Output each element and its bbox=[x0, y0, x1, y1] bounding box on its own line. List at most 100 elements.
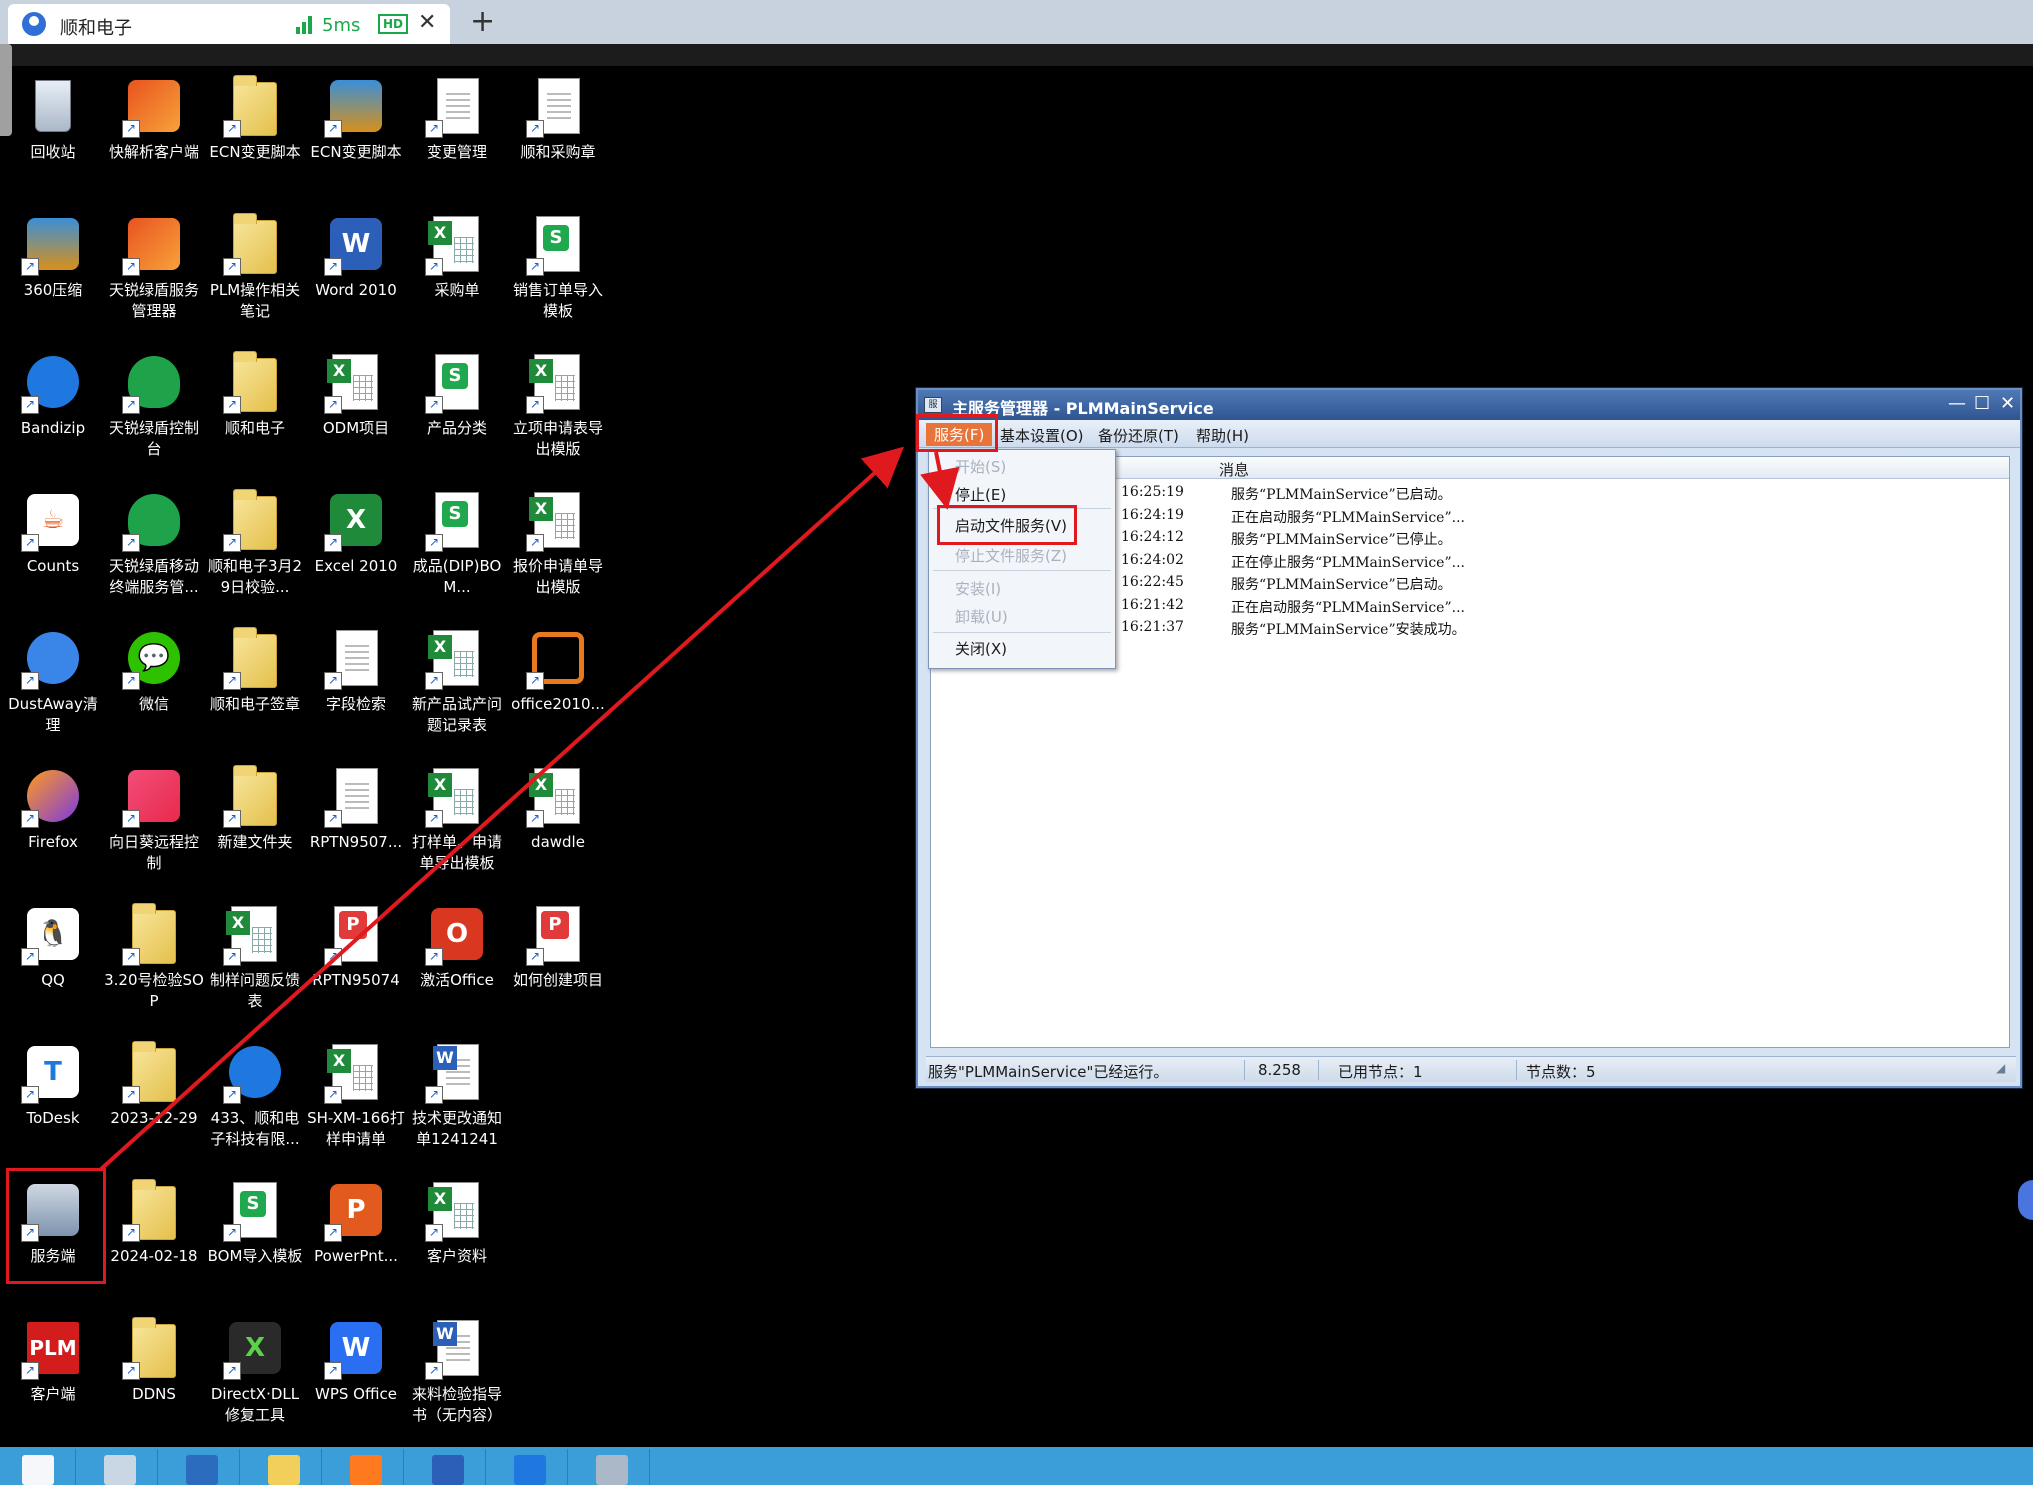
desktop-icon-label: SH-XM-166打样申请单 bbox=[307, 1109, 405, 1148]
desktop-icon[interactable]: ↗ PLM操作相关笔记 bbox=[205, 212, 305, 322]
desktop-icon[interactable]: W ↗ 来料检验指导书（无内容） bbox=[407, 1316, 507, 1426]
desktop-icon[interactable]: P ↗ PowerPnt... bbox=[306, 1178, 406, 1267]
shortcut-arrow-icon: ↗ bbox=[425, 810, 443, 828]
desktop-icon[interactable]: ↗ DDNS bbox=[104, 1316, 204, 1405]
resize-grip-icon[interactable]: ◢ bbox=[1996, 1061, 2005, 1075]
window-titlebar[interactable]: 服 主服务管理器 - PLMMainService — ☐ ✕ bbox=[918, 390, 2020, 420]
close-tab-icon[interactable]: ✕ bbox=[418, 10, 436, 35]
new-tab-button[interactable]: + bbox=[470, 4, 495, 39]
desktop-icon[interactable]: X ↗ Excel 2010 bbox=[306, 488, 406, 577]
desktop-icon[interactable]: T ↗ ToDesk bbox=[3, 1040, 103, 1129]
desktop-icon[interactable]: ↗ ODM项目 bbox=[306, 350, 406, 439]
desktop-icon-label: 如何创建项目 bbox=[512, 971, 603, 989]
desktop-icon[interactable]: ↗ 2023-12-29 bbox=[104, 1040, 204, 1129]
desktop-icon-label: RPTN95074 bbox=[312, 971, 400, 989]
desktop-icon[interactable]: ↗ 向日葵远程控制 bbox=[104, 764, 204, 874]
desktop-icon[interactable]: ↗ SH-XM-166打样申请单 bbox=[306, 1040, 406, 1150]
desktop-icon[interactable]: ↗ 433、顺和电子科技有限... bbox=[205, 1040, 305, 1150]
desktop-icon[interactable]: ↗ dawdle bbox=[508, 764, 608, 853]
shortcut-arrow-icon: ↗ bbox=[122, 1086, 140, 1104]
desktop-icon[interactable]: ↗ RPTN95074 bbox=[306, 902, 406, 991]
desktop-icon[interactable]: ↗ 产品分类 bbox=[407, 350, 507, 439]
desktop-icon[interactable]: ↗ 天锐绿盾服务管理器 bbox=[104, 212, 204, 322]
desktop-icon[interactable]: ↗ 变更管理 bbox=[407, 74, 507, 163]
menu-basic-settings[interactable]: 基本设置(O) bbox=[1000, 425, 1084, 446]
menu-item-stop-file-service[interactable]: 停止文件服务(Z) bbox=[955, 545, 1067, 566]
desktop-icon[interactable]: ↗ DustAway清理 bbox=[3, 626, 103, 736]
desktop-icon[interactable]: ↗ 快解析客户端 bbox=[104, 74, 204, 163]
qq-icon: 🐧 ↗ bbox=[21, 902, 85, 966]
menu-item-stop[interactable]: 停止(E) bbox=[955, 484, 1006, 505]
desktop-icon[interactable]: ↗ Firefox bbox=[3, 764, 103, 853]
desktop-icon[interactable]: ↗ 新建文件夹 bbox=[205, 764, 305, 853]
taskbar-powershell[interactable] bbox=[164, 1449, 240, 1485]
desktop-icon[interactable]: ↗ 立项申请表导出模版 bbox=[508, 350, 608, 460]
desktop-icon-label: WPS Office bbox=[315, 1385, 397, 1403]
desktop-icon[interactable]: PLM ↗ 客户端 bbox=[3, 1316, 103, 1405]
menu-backup-restore[interactable]: 备份还原(T) bbox=[1098, 425, 1179, 446]
desktop-icon[interactable]: ↗ 顺和电子3月29日校验... bbox=[205, 488, 305, 598]
desktop-icon[interactable]: ↗ ECN变更脚本 bbox=[306, 74, 406, 163]
desktop-icon[interactable]: ↗ 报价申请单导出模版 bbox=[508, 488, 608, 598]
desktop-icon[interactable]: ↗ RPTN9507... bbox=[306, 764, 406, 853]
desktop-icon[interactable]: 🐧 ↗ QQ bbox=[3, 902, 103, 991]
hd-badge[interactable]: HD bbox=[378, 14, 409, 34]
taskbar-firefox[interactable] bbox=[328, 1449, 404, 1485]
side-float-button[interactable] bbox=[2018, 1180, 2033, 1220]
folder-icon: ↗ bbox=[122, 1040, 186, 1104]
desktop-icon[interactable]: ↗ 采购单 bbox=[407, 212, 507, 301]
desktop-icon[interactable]: ↗ office2010... bbox=[508, 626, 608, 715]
menu-item-start[interactable]: 开始(S) bbox=[955, 456, 1006, 477]
desktop-icon[interactable]: ↗ BOM导入模板 bbox=[205, 1178, 305, 1267]
desktop-icon-label: 产品分类 bbox=[426, 419, 487, 437]
desktop-icon[interactable]: ↗ 制样问题反馈表 bbox=[205, 902, 305, 1012]
taskbar-server[interactable] bbox=[574, 1449, 650, 1485]
desktop-icon[interactable]: ↗ 如何创建项目 bbox=[508, 902, 608, 991]
desktop-icon[interactable]: ↗ 打样单、申请单导出模板 bbox=[407, 764, 507, 874]
taskbar-start[interactable] bbox=[0, 1449, 76, 1485]
maximize-icon[interactable]: ☐ bbox=[1974, 393, 1990, 414]
menu-help[interactable]: 帮助(H) bbox=[1196, 425, 1249, 446]
wechat-icon: 💬 ↗ bbox=[122, 626, 186, 690]
taskbar-file-explorer[interactable] bbox=[246, 1449, 322, 1485]
desktop-icon[interactable]: ↗ 3.20号检验SOP bbox=[104, 902, 204, 1012]
desktop-icon[interactable]: ↗ 顺和采购章 bbox=[508, 74, 608, 163]
desktop-icon[interactable]: O ↗ 激活Office bbox=[407, 902, 507, 991]
desktop-icon[interactable]: ↗ Bandizip bbox=[3, 350, 103, 439]
menu-item-uninstall[interactable]: 卸载(U) bbox=[955, 606, 1008, 627]
minimize-icon[interactable]: — bbox=[1948, 393, 1966, 414]
desktop-icon[interactable]: W ↗ Word 2010 bbox=[306, 212, 406, 301]
desktop-icon[interactable]: 💬 ↗ 微信 bbox=[104, 626, 204, 715]
shortcut-arrow-icon: ↗ bbox=[223, 810, 241, 828]
column-message-header[interactable]: 消息 bbox=[1219, 459, 1249, 480]
taskbar-server-manager[interactable] bbox=[82, 1449, 158, 1485]
desktop-icon[interactable]: X ↗ DirectX·DLL修复工具 bbox=[205, 1316, 305, 1426]
desktop-icon[interactable]: W ↗ 技术更改通知单1241241 bbox=[407, 1040, 507, 1150]
desktop-icon[interactable]: ☕ ↗ Counts bbox=[3, 488, 103, 577]
desktop-icon[interactable]: ↗ 新产品试产问题记录表 bbox=[407, 626, 507, 736]
app-icon: ↗ bbox=[122, 212, 186, 276]
desktop-icon[interactable]: ↗ 顺和电子 bbox=[205, 350, 305, 439]
desktop-icon[interactable]: ↗ 成品(DIP)BOM... bbox=[407, 488, 507, 598]
menu-item-close[interactable]: 关闭(X) bbox=[955, 638, 1007, 659]
desktop-icon[interactable]: 回收站 bbox=[3, 74, 103, 163]
desktop-icon[interactable]: ↗ 天锐绿盾移动终端服务管... bbox=[104, 488, 204, 598]
shortcut-arrow-icon: ↗ bbox=[21, 1086, 39, 1104]
desktop-icon[interactable]: ↗ 客户资料 bbox=[407, 1178, 507, 1267]
desktop-icon[interactable]: ↗ 字段检索 bbox=[306, 626, 406, 715]
desktop-icon[interactable]: ↗ 销售订单导入模板 bbox=[508, 212, 608, 322]
desktop-icon[interactable]: W ↗ WPS Office bbox=[306, 1316, 406, 1405]
taskbar-todesk[interactable] bbox=[492, 1449, 568, 1485]
desktop-icon[interactable]: ↗ 2024-02-18 bbox=[104, 1178, 204, 1267]
menu-item-install[interactable]: 安装(I) bbox=[955, 578, 1001, 599]
taskbar-word[interactable] bbox=[410, 1449, 486, 1485]
desktop-icon-label: 顺和电子签章 bbox=[209, 695, 300, 713]
shortcut-arrow-icon: ↗ bbox=[122, 1224, 140, 1242]
desktop-icon[interactable]: ↗ 顺和电子签章 bbox=[205, 626, 305, 715]
session-tab[interactable]: 顺和电子 5ms HD ✕ bbox=[8, 4, 450, 44]
wps-icon: ↗ bbox=[223, 1178, 287, 1242]
close-icon[interactable]: ✕ bbox=[2000, 393, 2015, 414]
desktop-icon[interactable]: ↗ ECN变更脚本 bbox=[205, 74, 305, 163]
desktop-icon[interactable]: ↗ 360压缩 bbox=[3, 212, 103, 301]
desktop-icon[interactable]: ↗ 天锐绿盾控制台 bbox=[104, 350, 204, 460]
